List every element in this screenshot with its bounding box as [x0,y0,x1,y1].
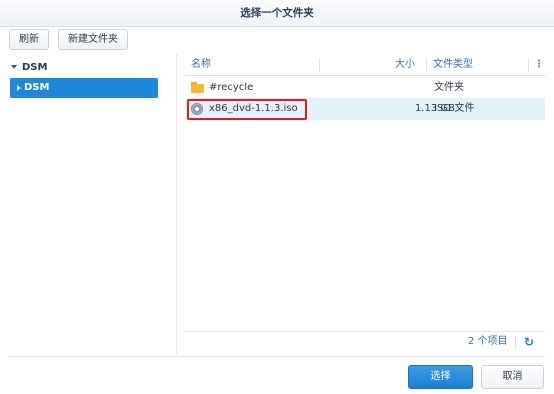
chevron-right-icon[interactable] [17,85,21,91]
column-header-size[interactable]: 大小 [375,55,415,75]
folder-icon [191,82,204,93]
new-folder-button[interactable]: 新建文件夹 [58,29,128,50]
column-header-name[interactable]: 名称 [191,55,211,75]
chevron-down-icon[interactable] [11,65,17,69]
cancel-button[interactable]: 取消 [481,365,544,389]
file-name: #recycle [209,82,254,93]
toolbar: 刷新 新建文件夹 [0,27,554,53]
tree-root-dsm[interactable]: DSM [11,60,47,76]
tree-item-dsm[interactable]: DSM [10,78,158,98]
column-divider [426,58,427,72]
file-type: ISO 文件 [434,103,475,114]
tree-root-label: DSM [22,62,48,73]
column-divider [528,58,529,72]
tree-item-label: DSM [24,82,50,93]
folder-tree: DSM DSM [7,54,171,354]
select-button[interactable]: 选择 [408,365,473,389]
refresh-button[interactable]: 刷新 [9,29,49,50]
file-list-header: 名称 大小 文件类型 ⋮ [185,55,545,76]
item-count: 2 个项目 [468,336,508,347]
column-options-icon[interactable]: ⋮ [534,55,544,75]
pane-splitter[interactable] [176,54,177,354]
file-list-footer: 2 个项目 ↻ [185,331,545,353]
divider [9,356,545,357]
refresh-icon[interactable]: ↻ [523,336,535,348]
table-row[interactable]: #recycle 文件夹 [185,77,545,99]
table-row-selected[interactable]: x86_dvd-1.1.3.iso 1.13 GB ISO 文件 [185,98,545,120]
footer-divider [515,336,516,349]
column-divider [319,58,320,72]
file-list: 名称 大小 文件类型 ⋮ #recycle 文件夹 x86_dvd-1.1.3.… [185,55,545,354]
highlight-annotation [187,99,307,120]
file-type: 文件夹 [434,82,464,93]
dialog-title: 选择一个文件夹 [0,0,554,27]
column-header-type[interactable]: 文件类型 [433,55,473,75]
